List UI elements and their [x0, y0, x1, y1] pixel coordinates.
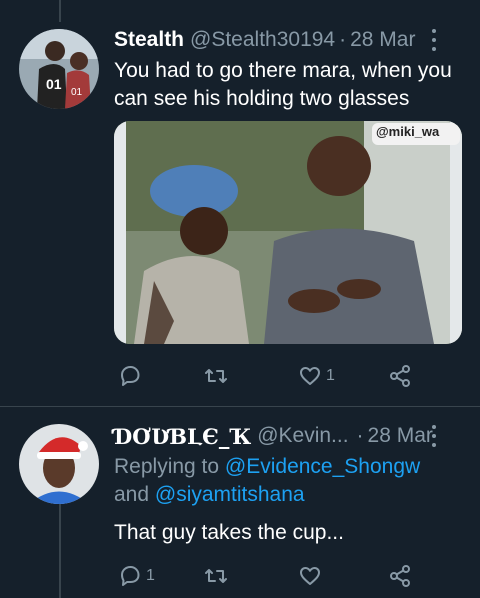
share-icon: [390, 365, 410, 387]
avatar[interactable]: [19, 424, 99, 504]
separator: ·: [356, 424, 364, 447]
reply-icon: [121, 566, 140, 586]
like-icon: [300, 367, 320, 385]
replying-and: and: [114, 483, 150, 506]
svg-text:01: 01: [71, 87, 83, 98]
tweet-double-k[interactable]: ƊƠƲƁԼЄ_Ҡ @Kevin... · 28 Mar Replying to …: [0, 407, 480, 598]
reply-button[interactable]: [118, 363, 146, 389]
mention-link[interactable]: @Evidence_Shongw: [225, 455, 420, 478]
like-icon: [300, 567, 320, 585]
tweet-header: Stealth @Stealth30194 · 28 Mar: [114, 27, 460, 53]
tweet-actions: 1: [114, 363, 414, 389]
display-name[interactable]: Stealth: [114, 28, 184, 52]
tweet-text: You had to go there mara, when you can s…: [114, 59, 452, 110]
share-icon: [390, 565, 410, 587]
timestamp[interactable]: 28 Mar: [350, 28, 415, 52]
retweet-icon: [205, 569, 227, 583]
svg-text:01: 01: [46, 76, 62, 92]
like-button[interactable]: [298, 563, 326, 589]
retweet-button[interactable]: [204, 363, 232, 389]
replying-prefix: Replying to: [114, 455, 220, 478]
retweet-icon: [205, 369, 227, 383]
more-icon[interactable]: [432, 425, 438, 447]
reply-count: 1: [146, 567, 155, 584]
tweet-header: ƊƠƲƁԼЄ_Ҡ @Kevin... · 28 Mar: [114, 423, 460, 449]
reply-button[interactable]: 1: [118, 563, 155, 589]
tweet-media[interactable]: @miki_wa: [114, 121, 462, 344]
avatar[interactable]: 01 01: [19, 29, 99, 109]
tweet-actions: 1: [114, 563, 414, 589]
share-button[interactable]: [388, 563, 412, 589]
reply-icon: [121, 366, 140, 386]
display-name[interactable]: ƊƠƲƁԼЄ_Ҡ: [114, 424, 251, 449]
username[interactable]: @Stealth30194: [190, 28, 335, 52]
share-button[interactable]: [388, 363, 412, 389]
timestamp[interactable]: 28 Mar: [368, 424, 433, 448]
tweet-stealth[interactable]: 01 01 Stealth @Stealth30194 · 28 Mar You…: [0, 0, 480, 405]
tweet-text: That guy takes the cup...: [114, 521, 344, 544]
mention-link[interactable]: @siyamtitshana: [155, 483, 305, 506]
like-button[interactable]: 1: [298, 363, 335, 389]
retweet-button[interactable]: [204, 563, 232, 589]
separator: ·: [339, 28, 347, 51]
like-count: 1: [326, 367, 335, 384]
more-icon[interactable]: [432, 29, 438, 51]
media-watermark: @miki_wa: [376, 124, 440, 139]
username[interactable]: @Kevin...: [257, 424, 348, 448]
replying-to: Replying to @Evidence_Shongw and @siyamt…: [114, 453, 464, 509]
